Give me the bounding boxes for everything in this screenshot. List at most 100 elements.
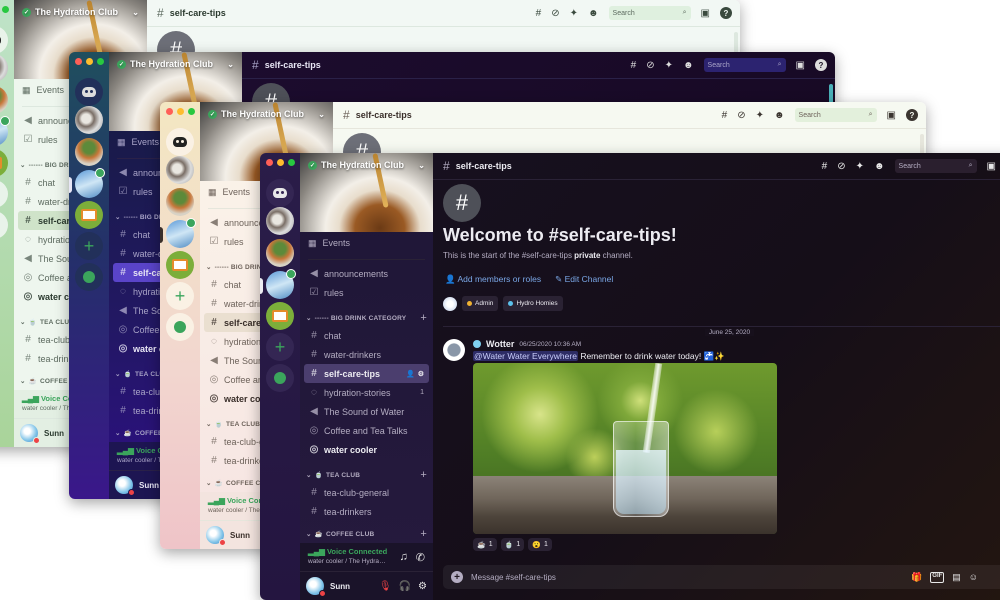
server-icon[interactable] [166, 251, 194, 279]
category-big-drink[interactable]: ⌄------ BIG DRINK CATEGORY+ [304, 310, 429, 326]
reaction[interactable]: ☕1 [473, 538, 497, 551]
message-image-water-glass[interactable] [473, 363, 777, 534]
members-icon[interactable]: ☻ [774, 110, 785, 121]
minimize-window-button[interactable] [277, 159, 284, 166]
search-input[interactable]: Search ⌕ [608, 6, 691, 20]
edit-channel-button[interactable]: ✎ Edit Channel [555, 274, 613, 285]
channel-the-sound-of-water[interactable]: ◀The Sound of Water [304, 402, 429, 421]
server-icon[interactable] [75, 138, 103, 166]
message-author[interactable]: Wotter [486, 339, 514, 349]
explore-servers-button[interactable] [166, 313, 194, 341]
events-item[interactable]: ▦ Events [22, 80, 64, 100]
pin-icon[interactable]: ✦ [756, 110, 764, 121]
member-avatar[interactable] [443, 296, 457, 311]
create-channel-button[interactable]: + [420, 528, 427, 540]
server-icon[interactable] [266, 207, 294, 235]
message-input[interactable]: + Message #self-care-tips 🎁GIF▤☺ [443, 565, 1000, 589]
channel-hydration-stories[interactable]: ◌hydration-stories1 [304, 383, 429, 402]
emoji-icon[interactable]: ☺ [969, 572, 978, 583]
reaction[interactable]: 🍵1 [500, 538, 525, 551]
events-item[interactable]: ▦ Events [208, 182, 250, 202]
maximize-window-button[interactable] [188, 108, 195, 115]
close-window-button[interactable] [266, 159, 273, 166]
help-icon[interactable]: ? [720, 7, 732, 19]
pin-icon[interactable]: ✦ [665, 60, 673, 71]
inbox-icon[interactable]: ▣ [701, 8, 710, 19]
upload-plus-icon[interactable]: + [451, 571, 463, 583]
avatar[interactable] [206, 526, 226, 546]
close-window-button[interactable] [75, 58, 82, 65]
threads-icon[interactable]: # [536, 8, 542, 19]
inbox-icon[interactable]: ▣ [987, 161, 996, 172]
mute-notifications-icon[interactable]: ⊘ [551, 8, 559, 19]
threads-icon[interactable]: # [822, 161, 828, 172]
minimize-window-button[interactable] [86, 58, 93, 65]
channel-tea-drinkers[interactable]: # tea-drinkers [304, 502, 429, 521]
events-item[interactable]: ▦ Events [308, 233, 350, 253]
search-input[interactable]: Search ⌕ [894, 159, 977, 173]
category-coffee-club[interactable]: ⌄☕COFFEE CLUB+ [304, 526, 429, 542]
author-avatar[interactable] [443, 339, 465, 361]
threads-icon[interactable]: # [722, 110, 728, 121]
category-tea-club[interactable]: ⌄🍵TEA CLUB+ [304, 467, 429, 483]
sticker-icon[interactable]: ▤ [952, 572, 961, 583]
server-icon[interactable] [0, 54, 8, 82]
server-icon-hydration-club[interactable] [166, 218, 196, 248]
server-icon[interactable] [166, 156, 194, 184]
avatar[interactable] [306, 577, 326, 597]
role-chip-hydro-homies[interactable]: Hydro Homies [503, 296, 563, 311]
pin-icon[interactable]: ✦ [570, 8, 578, 19]
home-button[interactable] [0, 26, 8, 54]
server-name-button[interactable]: ✓ The Hydration Club ⌄ [308, 160, 425, 170]
channel-tea-club-general[interactable]: #tea-club-general [304, 483, 429, 502]
server-icon-hydration-club[interactable] [266, 269, 296, 299]
explore-servers-button[interactable] [75, 263, 103, 291]
disconnect-icon[interactable]: ✆ [416, 551, 425, 564]
members-icon[interactable]: ☻ [588, 8, 599, 19]
mute-notifications-icon[interactable]: ⊘ [646, 60, 654, 71]
add-server-button[interactable]: + [266, 333, 294, 361]
server-icon[interactable] [0, 86, 8, 114]
explore-servers-button[interactable] [0, 211, 8, 239]
channel-water-cooler[interactable]: ◎water cooler [304, 440, 429, 459]
channel-rules[interactable]: ☑ rules [304, 283, 429, 302]
role-chip-admin[interactable]: Admin [462, 296, 499, 311]
maximize-window-button[interactable] [288, 159, 295, 166]
channel-water-drinkers[interactable]: #water-drinkers [304, 345, 429, 364]
gif-icon[interactable]: GIF [930, 571, 945, 583]
server-icon-hydration-club[interactable] [0, 116, 10, 146]
channel-coffee-and-tea-talks[interactable]: ◎Coffee and Tea Talks [304, 421, 429, 440]
server-icon-hydration-club[interactable] [75, 168, 105, 198]
server-icon[interactable] [266, 239, 294, 267]
inbox-icon[interactable]: ▣ [887, 110, 896, 121]
server-name-button[interactable]: ✓ The Hydration Club ⌄ [208, 109, 325, 119]
add-server-button[interactable]: + [0, 180, 8, 208]
inbox-icon[interactable]: ▣ [796, 60, 805, 71]
voice-location[interactable]: water cooler / The Hydration Club [308, 558, 386, 565]
soundboard-icon[interactable]: ♫ [400, 551, 408, 564]
events-item[interactable]: ▦ Events [117, 132, 159, 152]
voice-status[interactable]: Voice Connected [327, 547, 387, 556]
close-window-button[interactable] [166, 108, 173, 115]
create-channel-button[interactable]: + [420, 469, 427, 481]
home-button[interactable] [75, 78, 103, 106]
pin-icon[interactable]: ✦ [856, 161, 864, 172]
help-icon[interactable]: ? [815, 59, 827, 71]
explore-servers-button[interactable] [266, 364, 294, 392]
channel-self-care-tips[interactable]: #self-care-tips👤⚙ [304, 364, 429, 383]
search-input[interactable]: Search ⌕ [794, 108, 877, 122]
reaction[interactable]: 😮1 [528, 538, 552, 551]
server-icon[interactable] [75, 201, 103, 229]
maximize-window-button[interactable] [97, 58, 104, 65]
search-input[interactable]: Search ⌕ [703, 58, 786, 72]
server-name-button[interactable]: ✓ The Hydration Club ⌄ [22, 7, 139, 17]
user-mention[interactable]: @Water Water Everywhere [473, 351, 578, 361]
gear-icon[interactable]: ⚙ [418, 370, 424, 378]
home-button[interactable] [166, 128, 194, 156]
server-icon[interactable] [266, 302, 294, 330]
home-button[interactable] [266, 179, 294, 207]
channel-chat[interactable]: # chat [304, 326, 429, 345]
threads-icon[interactable]: # [631, 60, 637, 71]
server-icon[interactable] [75, 106, 103, 134]
help-icon[interactable]: ? [906, 109, 918, 121]
